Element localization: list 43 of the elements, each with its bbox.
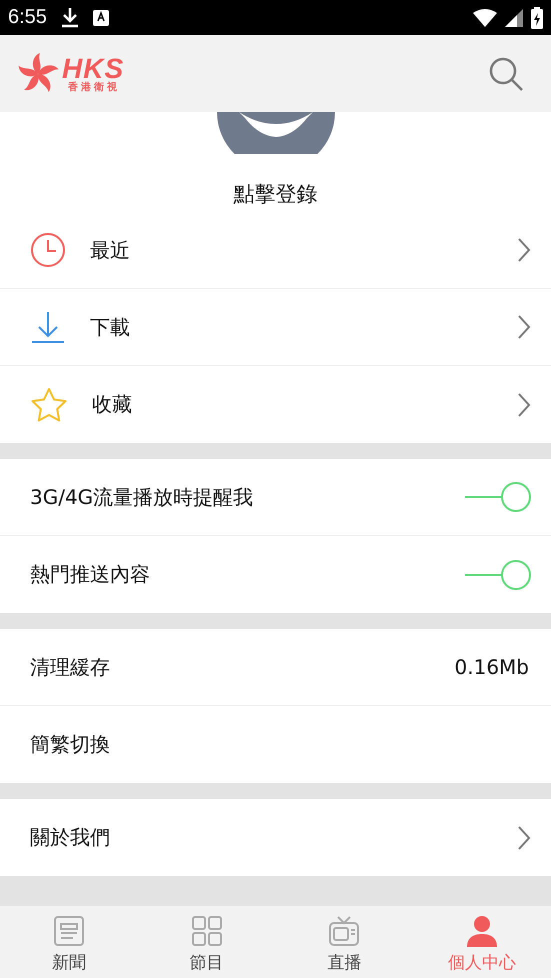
search-icon[interactable] (489, 56, 523, 90)
tab[interactable]: 直播 (276, 906, 414, 978)
status-time: 6:55 (8, 6, 47, 29)
star-icon (30, 386, 68, 422)
logo-title: HKS (62, 54, 124, 82)
wifi-icon (473, 8, 497, 26)
chevron-icon (517, 314, 531, 340)
logo-subtitle: 香港衛視 (68, 82, 121, 92)
tab[interactable]: 新聞 (0, 906, 138, 978)
news-icon (52, 914, 85, 946)
chevron-icon (517, 237, 531, 263)
menu-row[interactable]: 3G/4G流量播放時提醒我 (0, 459, 551, 536)
download-icon (60, 8, 79, 28)
menu-row[interactable]: 下載 (0, 289, 551, 366)
tv-icon (328, 914, 360, 946)
keyboard-icon (92, 10, 109, 26)
menu-row[interactable]: 關於我們 (0, 799, 551, 876)
row-label: 清理緩存 (30, 654, 110, 680)
tab[interactable]: 節目 (138, 906, 276, 978)
row-label: 簡繁切換 (30, 731, 110, 758)
grid-icon (190, 914, 223, 946)
login-link[interactable]: 點擊登錄 (234, 180, 318, 208)
row-label: 3G/4G流量播放時提醒我 (30, 484, 254, 510)
row-label: 最近 (90, 236, 130, 264)
row-label: 收藏 (92, 391, 132, 418)
menu-row[interactable]: 收藏 (0, 366, 551, 443)
menu-row[interactable]: 清理緩存 0.16Mb (0, 629, 551, 706)
battery-icon (531, 6, 543, 28)
menu-row[interactable]: 熱門推送內容 (0, 536, 551, 613)
chevron-icon (517, 392, 531, 418)
chevron-icon (517, 824, 531, 850)
download-icon (30, 309, 66, 345)
toggle-switch[interactable] (465, 482, 531, 512)
menu-row[interactable]: 最近 (0, 212, 551, 289)
row-label: 熱門推送內容 (30, 561, 150, 588)
row-label: 下載 (90, 314, 130, 340)
toggle-switch[interactable] (465, 560, 531, 590)
person-icon (466, 914, 498, 946)
clock-icon (30, 232, 66, 268)
cache-size: 0.16Mb (454, 655, 529, 679)
menu-row[interactable]: 簡繁切換 (0, 706, 551, 783)
signal-icon (505, 8, 523, 26)
row-label: 關於我們 (30, 824, 110, 851)
